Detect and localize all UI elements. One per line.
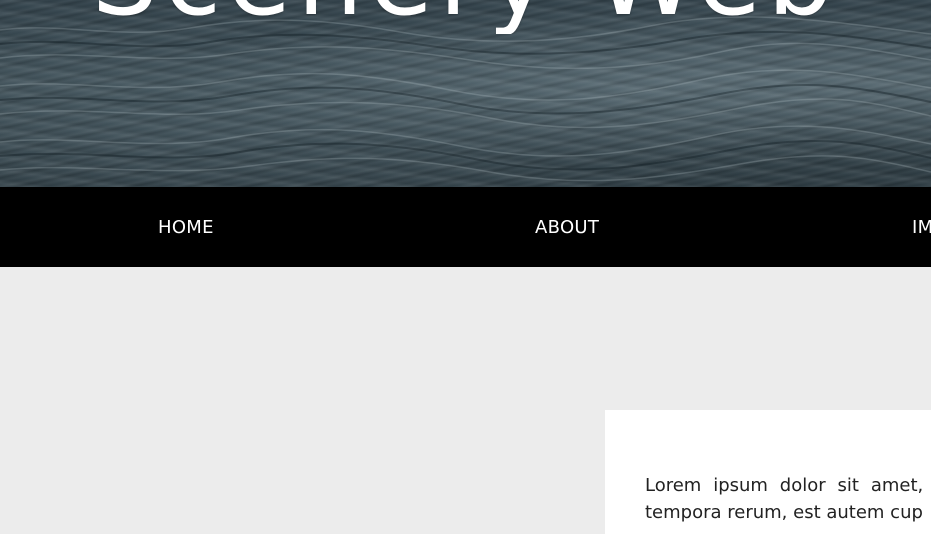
nav-link-third[interactable]: IM <box>912 187 931 267</box>
content-card: Lorem ipsum dolor sit amet, c tempora re… <box>605 410 931 534</box>
hero-title: Scenery Web <box>0 0 931 34</box>
hero-banner: Scenery Web <box>0 0 931 187</box>
main-navigation: HOME ABOUT IM <box>0 187 931 267</box>
card-paragraph: Lorem ipsum dolor sit amet, c tempora re… <box>645 475 931 523</box>
nav-link-home[interactable]: HOME <box>158 187 214 267</box>
nav-link-about[interactable]: ABOUT <box>535 187 599 267</box>
page: Scenery Web HOME ABOUT IM Lorem ipsum do… <box>0 0 931 534</box>
